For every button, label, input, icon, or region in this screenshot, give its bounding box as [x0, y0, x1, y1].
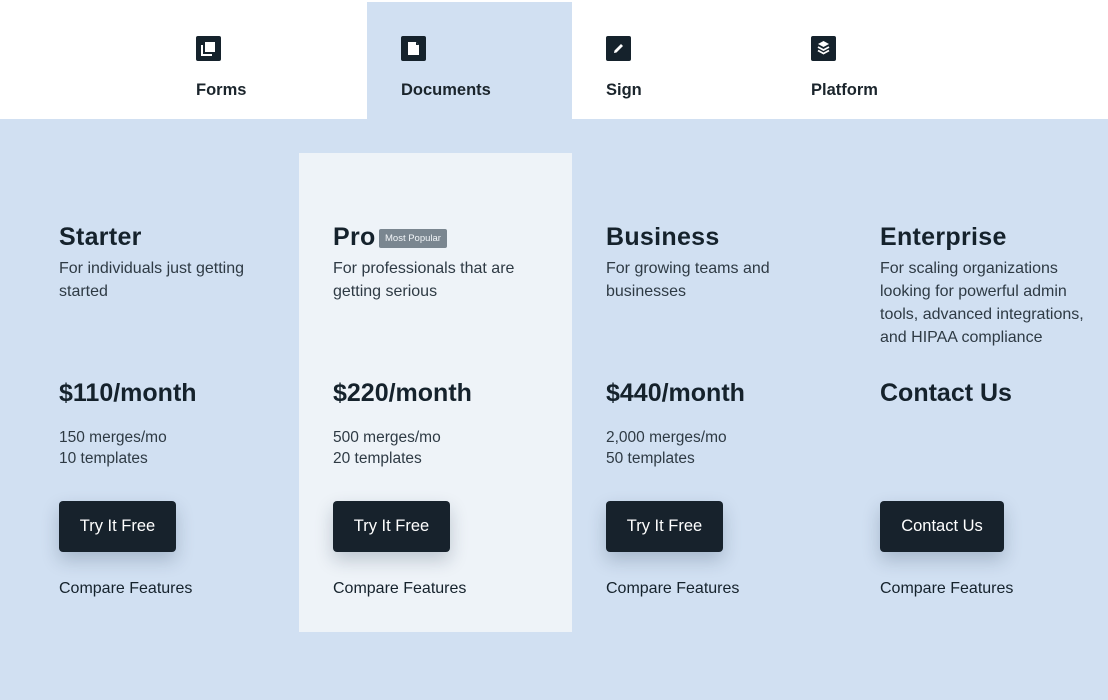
plan-features: 500 merges/mo 20 templates	[333, 427, 441, 469]
product-tabs: Forms Documents Sign Platform	[0, 0, 1108, 119]
try-it-free-button[interactable]: Try It Free	[333, 501, 450, 552]
plan-name: Business	[606, 223, 720, 251]
compare-features-link[interactable]: Compare Features	[606, 580, 739, 598]
feature-merges: 2,000 merges/mo	[606, 429, 727, 446]
pencil-icon	[606, 36, 631, 61]
document-icon	[401, 36, 426, 61]
plan-description: For scaling organizations looking for po…	[880, 260, 1084, 346]
tab-label: Forms	[196, 81, 247, 99]
plan-name: Starter	[59, 223, 142, 251]
feature-templates: 20 templates	[333, 450, 422, 467]
plan-name: Pro	[333, 223, 376, 251]
plan-price: $220/month	[333, 379, 472, 407]
plan-description: For individuals just getting started	[59, 260, 244, 300]
tab-documents[interactable]: Documents	[367, 2, 572, 119]
plan-description: For professionals that are getting serio…	[333, 260, 515, 300]
contact-us-button[interactable]: Contact Us	[880, 501, 1004, 552]
plan-price: $440/month	[606, 379, 745, 407]
feature-templates: 50 templates	[606, 450, 695, 467]
plan-price: $110/month	[59, 379, 197, 407]
feature-merges: 500 merges/mo	[333, 429, 441, 446]
tab-platform[interactable]: Platform	[782, 2, 987, 119]
most-popular-badge: Most Popular	[379, 229, 447, 248]
tab-label: Documents	[401, 81, 491, 99]
compare-features-link[interactable]: Compare Features	[333, 580, 466, 598]
tab-forms[interactable]: Forms	[167, 2, 372, 119]
compare-features-link[interactable]: Compare Features	[880, 580, 1013, 598]
plan-features: 150 merges/mo 10 templates	[59, 427, 167, 469]
plan-description: For growing teams and businesses	[606, 260, 770, 300]
try-it-free-button[interactable]: Try It Free	[606, 501, 723, 552]
feature-merges: 150 merges/mo	[59, 429, 167, 446]
plan-features: 2,000 merges/mo 50 templates	[606, 427, 727, 469]
try-it-free-button[interactable]: Try It Free	[59, 501, 176, 552]
forms-icon	[196, 36, 221, 61]
tab-sign[interactable]: Sign	[577, 2, 782, 119]
feature-templates: 10 templates	[59, 450, 148, 467]
plan-name: Enterprise	[880, 223, 1007, 251]
plan-price: Contact Us	[880, 379, 1012, 407]
layers-icon	[811, 36, 836, 61]
tab-label: Platform	[811, 81, 878, 99]
compare-features-link[interactable]: Compare Features	[59, 580, 192, 598]
tab-label: Sign	[606, 81, 642, 99]
